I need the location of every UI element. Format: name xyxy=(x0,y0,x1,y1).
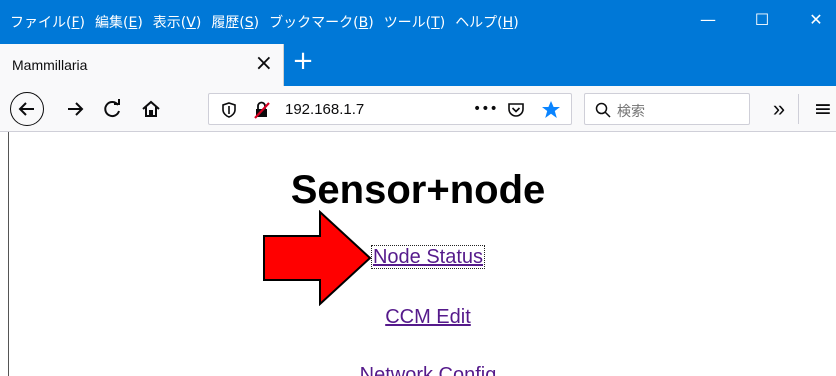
page-left-border xyxy=(8,132,9,376)
menu-help[interactable]: ヘルプ(H) xyxy=(455,12,518,32)
menu-edit[interactable]: 編集(E) xyxy=(95,12,143,32)
back-arrow-icon xyxy=(18,102,34,116)
page-content: Sensor+node Node Status CCM Edit Network… xyxy=(0,132,836,376)
forward-arrow-icon xyxy=(68,102,84,116)
menu-history[interactable]: 履歴(S) xyxy=(211,12,259,32)
forward-button[interactable] xyxy=(62,96,88,122)
close-window-button[interactable]: ✕ xyxy=(798,6,834,34)
tab-close-icon[interactable]: × xyxy=(255,52,273,76)
menu-bookmarks[interactable]: ブックマーク(B) xyxy=(269,12,374,32)
hamburger-menu-button[interactable]: ≡ xyxy=(810,96,836,122)
page-title: Sensor+node xyxy=(290,168,546,212)
network-config-link-row: Network Config xyxy=(0,364,836,376)
insecure-connection-icon[interactable] xyxy=(253,101,271,119)
menu-view[interactable]: 表示(V) xyxy=(153,12,202,32)
tab-title: Mammillaria xyxy=(12,57,88,73)
url-text[interactable]: 192.168.1.7 xyxy=(285,101,364,118)
home-icon xyxy=(142,100,160,117)
overflow-button[interactable]: » xyxy=(766,96,792,122)
back-button[interactable] xyxy=(10,92,44,126)
menu-file[interactable]: ファイル(F) xyxy=(10,12,85,32)
pocket-icon[interactable] xyxy=(507,101,525,119)
maximize-button[interactable]: ☐ xyxy=(744,6,780,34)
ccm-edit-link-row: CCM Edit xyxy=(0,306,836,329)
tab-mammillaria[interactable]: Mammillaria × xyxy=(0,44,284,86)
page-actions-button[interactable]: ••• xyxy=(473,101,498,117)
menu-list: ファイル(F) 編集(E) 表示(V) 履歴(S) ブックマーク(B) ツール(… xyxy=(10,12,529,32)
new-tab-button[interactable]: + xyxy=(290,48,316,75)
tracking-shield-icon[interactable] xyxy=(221,102,237,118)
url-bar[interactable]: 192.168.1.7 ••• xyxy=(208,93,572,125)
bookmark-star-icon[interactable] xyxy=(541,100,561,120)
node-status-link-row: Node Status xyxy=(0,245,836,269)
home-button[interactable] xyxy=(138,96,164,122)
search-icon xyxy=(595,102,611,118)
node-status-link[interactable]: Node Status xyxy=(370,245,486,269)
search-bar[interactable]: 検索 xyxy=(584,93,750,125)
ccm-edit-link[interactable]: CCM Edit xyxy=(385,306,471,328)
toolbar-divider xyxy=(798,94,799,124)
red-arrow-annotation xyxy=(263,210,372,306)
menu-bar: ファイル(F) 編集(E) 表示(V) 履歴(S) ブックマーク(B) ツール(… xyxy=(0,0,836,44)
reload-icon xyxy=(104,99,120,118)
menu-tools[interactable]: ツール(T) xyxy=(384,12,446,32)
nav-toolbar: 192.168.1.7 ••• 検索 » ≡ xyxy=(0,86,836,132)
reload-button[interactable] xyxy=(100,96,126,122)
minimize-button[interactable]: — xyxy=(690,6,726,34)
network-config-link[interactable]: Network Config xyxy=(360,364,497,376)
search-placeholder: 検索 xyxy=(617,104,645,120)
